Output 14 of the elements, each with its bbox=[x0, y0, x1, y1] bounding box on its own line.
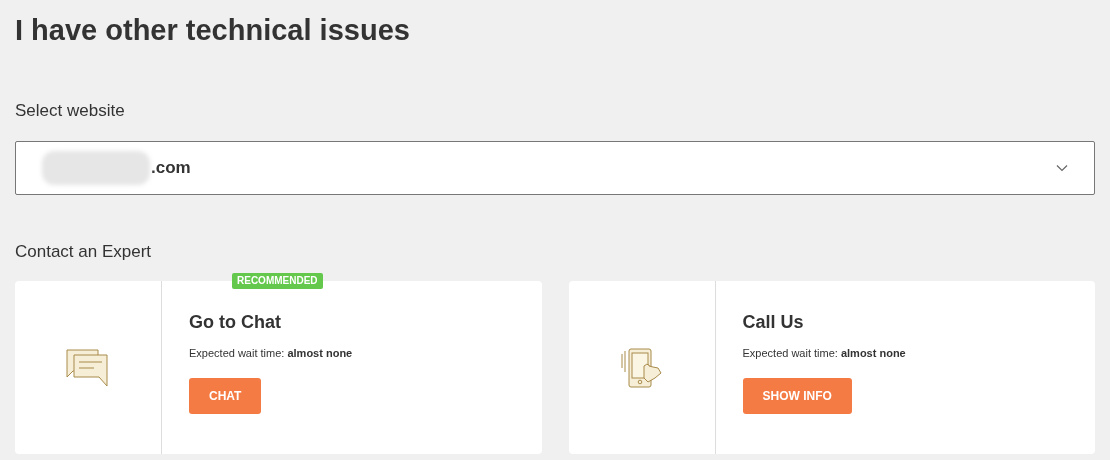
chat-button[interactable]: CHAT bbox=[189, 377, 262, 414]
chat-bubbles-icon bbox=[66, 348, 110, 387]
page-title: I have other technical issues bbox=[15, 13, 411, 48]
section-heading: Contact an Expert bbox=[15, 240, 153, 263]
recommended-badge: RECOMMENDED bbox=[232, 273, 323, 289]
chevron-down-icon bbox=[1056, 163, 1068, 172]
field-label: Select website bbox=[15, 100, 126, 122]
wait-time-text: Expected wait time: almost none bbox=[189, 346, 353, 361]
show-info-button[interactable]: SHOW INFO bbox=[742, 377, 852, 414]
option-title: Call Us bbox=[742, 311, 805, 334]
phone-tap-icon bbox=[620, 347, 663, 388]
option-title: Go to Chat bbox=[189, 311, 282, 334]
wait-time-text: Expected wait time: almost none bbox=[742, 346, 906, 361]
website-select[interactable]: .com bbox=[15, 140, 1095, 195]
